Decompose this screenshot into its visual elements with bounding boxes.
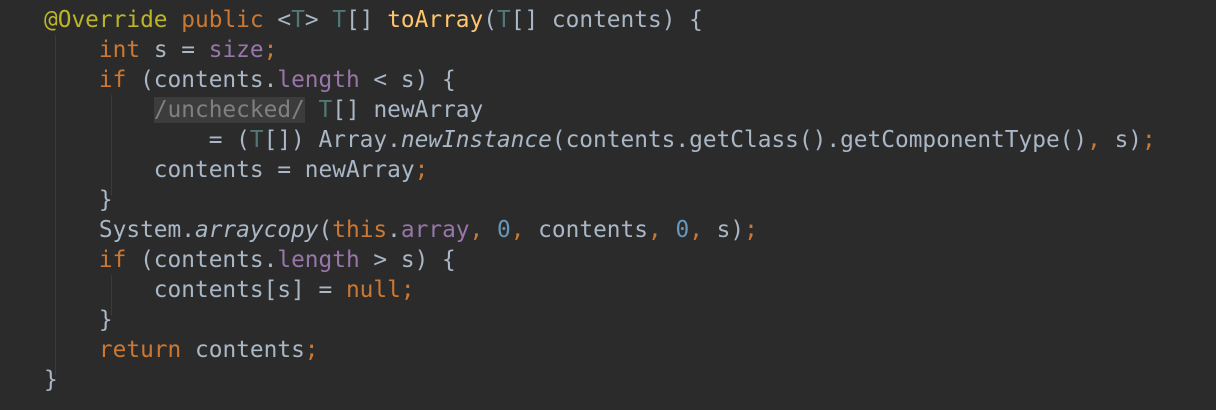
code-line[interactable]: contents[s] = null; xyxy=(44,275,1156,305)
code-token: (contents. xyxy=(126,247,278,273)
code-token: ; xyxy=(304,337,319,363)
code-token: size xyxy=(208,37,264,63)
code-token: [] xyxy=(346,7,388,33)
code-token: s) xyxy=(1100,127,1143,153)
code-line[interactable]: if (contents.length > s) { xyxy=(44,245,1156,275)
code-token: 0 xyxy=(675,217,690,243)
code-token: ; xyxy=(414,157,429,183)
code-editor[interactable]: @Override public <T> T[] toArray(T[] con… xyxy=(0,0,1216,410)
code-token: ( xyxy=(318,217,333,243)
code-line[interactable]: System.arraycopy(this.array, 0, contents… xyxy=(44,215,1156,245)
code-line[interactable]: = (T[]) Array.newInstance(contents.getCl… xyxy=(44,125,1156,155)
code-token: /unchecked/ xyxy=(153,97,305,123)
code-token: contents = newArray xyxy=(44,157,415,183)
code-token: T xyxy=(332,7,346,33)
code-token: newInstance xyxy=(400,127,552,153)
code-token: []) Array. xyxy=(263,127,401,153)
code-token: ( xyxy=(483,7,497,33)
code-token: > xyxy=(304,7,333,33)
code-token: , xyxy=(689,217,703,243)
code-token: , xyxy=(1087,127,1101,153)
code-token: @Override xyxy=(44,7,168,33)
code-token: , xyxy=(510,217,525,243)
code-line[interactable]: } xyxy=(44,365,1156,395)
code-token: T xyxy=(318,97,333,123)
code-token: arraycopy xyxy=(194,217,319,243)
code-token: [] newArray xyxy=(332,97,484,123)
code-token: < xyxy=(263,7,292,33)
code-token: s = xyxy=(140,37,209,63)
code-token: public xyxy=(181,7,264,33)
code-token: (contents.getClass().getComponentType() xyxy=(551,127,1088,153)
code-token: (contents. xyxy=(126,67,278,93)
code-token: 0 xyxy=(496,217,511,243)
code-line[interactable]: contents = newArray; xyxy=(44,155,1156,185)
code-token: length xyxy=(277,67,360,93)
code-token: System. xyxy=(44,217,195,243)
code-token: < s) { xyxy=(359,67,456,93)
code-token: array xyxy=(400,217,470,243)
code-line[interactable]: return contents; xyxy=(44,335,1156,365)
code-token: T xyxy=(497,7,511,33)
code-token: . xyxy=(387,217,401,243)
code-token: [] contents) { xyxy=(510,7,703,33)
code-token: contents xyxy=(524,217,648,243)
code-token: contents xyxy=(181,337,305,363)
code-token: ; xyxy=(744,217,758,243)
code-token: T xyxy=(291,7,305,33)
code-token: > s) { xyxy=(359,247,456,273)
code-token: null xyxy=(345,277,401,303)
code-token: int xyxy=(98,37,141,63)
code-line[interactable]: } xyxy=(44,305,1156,335)
code-token: s) xyxy=(702,217,745,243)
code-token: if xyxy=(98,247,127,273)
code-block[interactable]: @Override public <T> T[] toArray(T[] con… xyxy=(44,5,1156,395)
code-token: ; xyxy=(263,37,278,63)
code-token: if xyxy=(98,67,127,93)
code-token: T xyxy=(249,127,264,153)
code-token: } xyxy=(44,367,58,393)
code-line[interactable]: int s = size; xyxy=(44,35,1156,65)
code-token: return xyxy=(98,337,182,363)
code-token: = ( xyxy=(44,127,250,153)
code-token: length xyxy=(277,247,360,273)
code-line[interactable]: } xyxy=(44,185,1156,215)
code-token: contents[s] = xyxy=(44,277,346,303)
code-token: ; xyxy=(1142,127,1156,153)
code-line[interactable]: if (contents.length < s) { xyxy=(44,65,1156,95)
code-token: this xyxy=(332,217,388,243)
code-token: toArray xyxy=(387,7,484,33)
code-token: ; xyxy=(400,277,415,303)
code-line[interactable]: @Override public <T> T[] toArray(T[] con… xyxy=(44,5,1156,35)
code-token: } xyxy=(44,307,113,333)
code-token: , xyxy=(469,217,484,243)
code-token: } xyxy=(44,187,113,213)
code-token: , xyxy=(647,217,662,243)
code-line[interactable]: /unchecked/ T[] newArray xyxy=(44,95,1156,125)
